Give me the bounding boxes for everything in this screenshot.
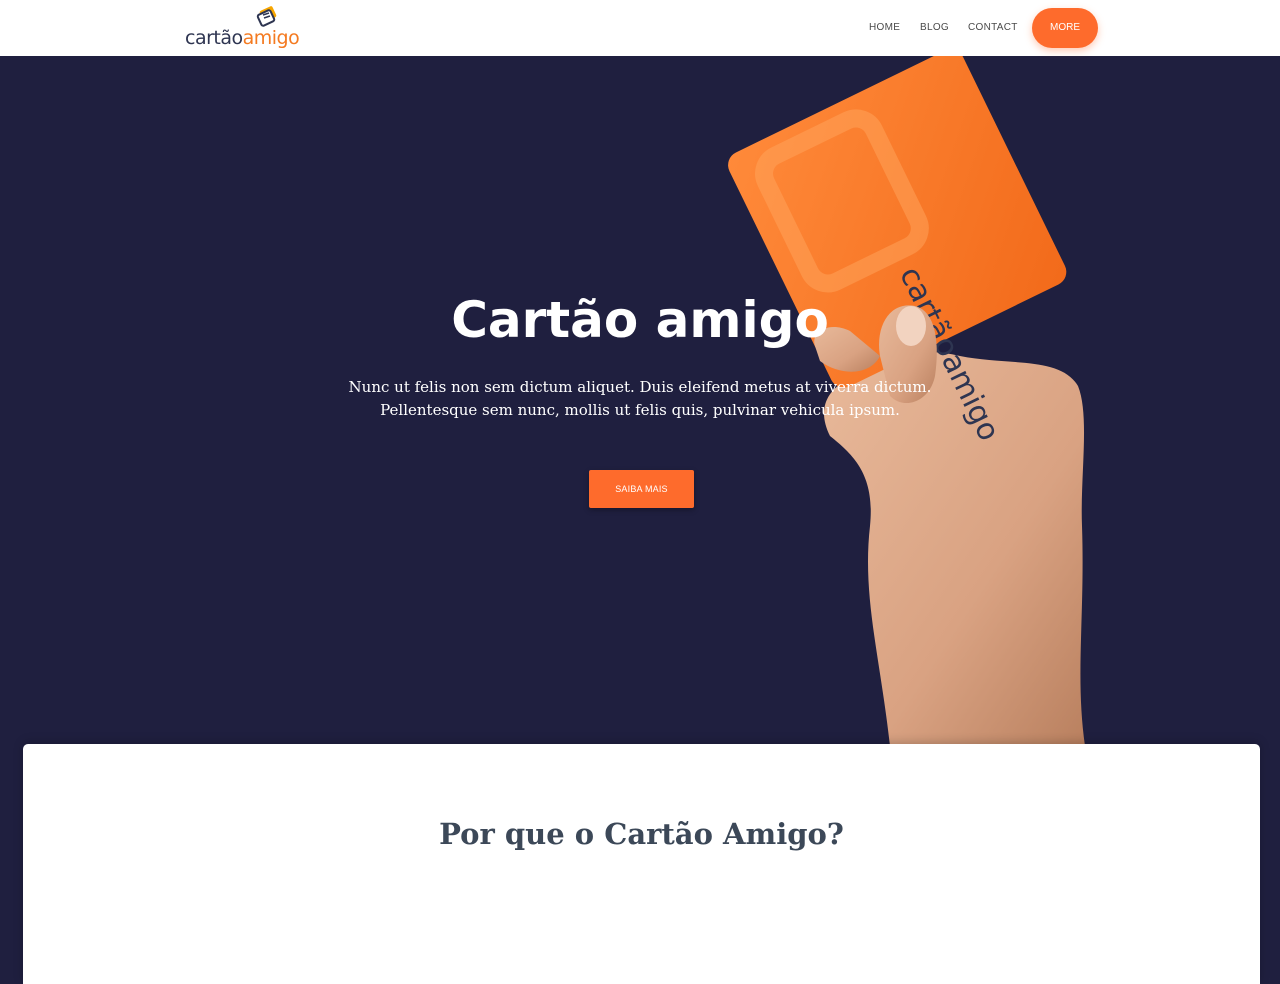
top-navbar: cartãoamigo HOME BLOG CONTACT MORE <box>0 0 1280 56</box>
nav-blog-link[interactable]: BLOG <box>920 21 949 35</box>
saiba-mais-button[interactable]: SAIBA MAIS <box>589 470 694 508</box>
hero-subtitle-line-2: Pellentesque sem nunc, mollis ut felis q… <box>380 401 900 419</box>
more-button[interactable]: MORE <box>1032 8 1098 48</box>
hero-subtitle: Nunc ut felis non sem dictum aliquet. Du… <box>340 376 940 422</box>
hero-title: Cartão amigo <box>451 291 829 349</box>
logo-wordmark: cartãoamigo <box>185 26 300 50</box>
hero-subtitle-line-1: Nunc ut felis non sem dictum aliquet. Du… <box>348 378 932 396</box>
brand-logo[interactable]: cartãoamigo <box>185 6 300 50</box>
logo-text-dark: cartão <box>185 27 243 49</box>
logo-mark-icon <box>256 6 277 27</box>
nav-home-link[interactable]: HOME <box>869 21 900 35</box>
logo-text-accent: amigo <box>242 27 300 49</box>
nav-contact-link[interactable]: CONTACT <box>968 21 1018 35</box>
features-section-card: Por que o Cartão Amigo? <box>23 744 1260 984</box>
section-title: Por que o Cartão Amigo? <box>439 817 844 851</box>
